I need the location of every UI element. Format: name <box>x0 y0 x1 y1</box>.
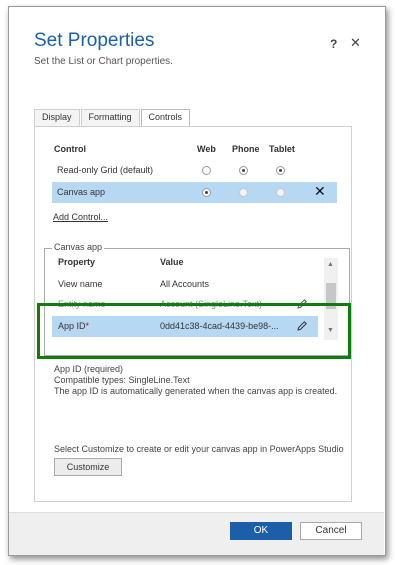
control-row-canvas-app[interactable]: Canvas app ✕ <box>52 182 337 203</box>
dialog-title: Set Properties <box>34 30 155 51</box>
cancel-button[interactable]: Cancel <box>300 522 362 540</box>
highlight-box <box>37 303 351 359</box>
control-row-readonly-grid: Read-only Grid (default) <box>52 160 337 181</box>
web-radio[interactable] <box>202 188 211 197</box>
property-info: App ID (required) Compatible types: Sing… <box>54 364 337 397</box>
tab-display[interactable]: Display <box>34 109 80 126</box>
scroll-up-icon[interactable]: ▲ <box>327 261 334 268</box>
column-header-property: Property <box>58 257 96 267</box>
tablet-radio <box>276 188 285 197</box>
column-header-tablet: Tablet <box>269 144 295 154</box>
control-row-label: Canvas app <box>57 187 106 197</box>
add-control-link[interactable]: Add Control... <box>53 212 108 222</box>
customize-instructions: Select Customize to create or edit your … <box>54 444 344 454</box>
property-row-view-name[interactable]: View name All Accounts <box>52 274 318 295</box>
control-row-label: Read-only Grid (default) <box>57 165 154 175</box>
tab-bar: Display Formatting Controls <box>34 109 191 128</box>
info-line: The app ID is automatically generated wh… <box>54 386 338 396</box>
help-icon[interactable]: ? <box>330 37 337 51</box>
info-line: App ID (required) <box>54 364 124 374</box>
info-line: Compatible types: SingleLine.Text <box>54 375 190 385</box>
column-header-value: Value <box>160 257 184 267</box>
tablet-radio[interactable] <box>276 166 285 175</box>
ok-button[interactable]: OK <box>230 522 292 540</box>
customize-button[interactable]: Customize <box>54 458 122 476</box>
tab-formatting[interactable]: Formatting <box>80 109 140 126</box>
column-header-control: Control <box>54 144 86 154</box>
property-table-header: Property Value <box>52 252 318 273</box>
phone-radio[interactable] <box>239 166 248 175</box>
dialog-subtitle: Set the List or Chart properties. <box>34 56 173 67</box>
close-icon[interactable]: ✕ <box>350 35 361 51</box>
web-radio[interactable] <box>202 166 211 175</box>
property-value: All Accounts <box>160 279 210 289</box>
property-name: View name <box>58 279 103 289</box>
column-header-web: Web <box>197 144 216 154</box>
column-header-phone: Phone <box>232 144 260 154</box>
canvas-app-legend: Canvas app <box>52 242 105 252</box>
delete-control-icon[interactable]: ✕ <box>314 183 326 200</box>
phone-radio <box>239 188 248 197</box>
